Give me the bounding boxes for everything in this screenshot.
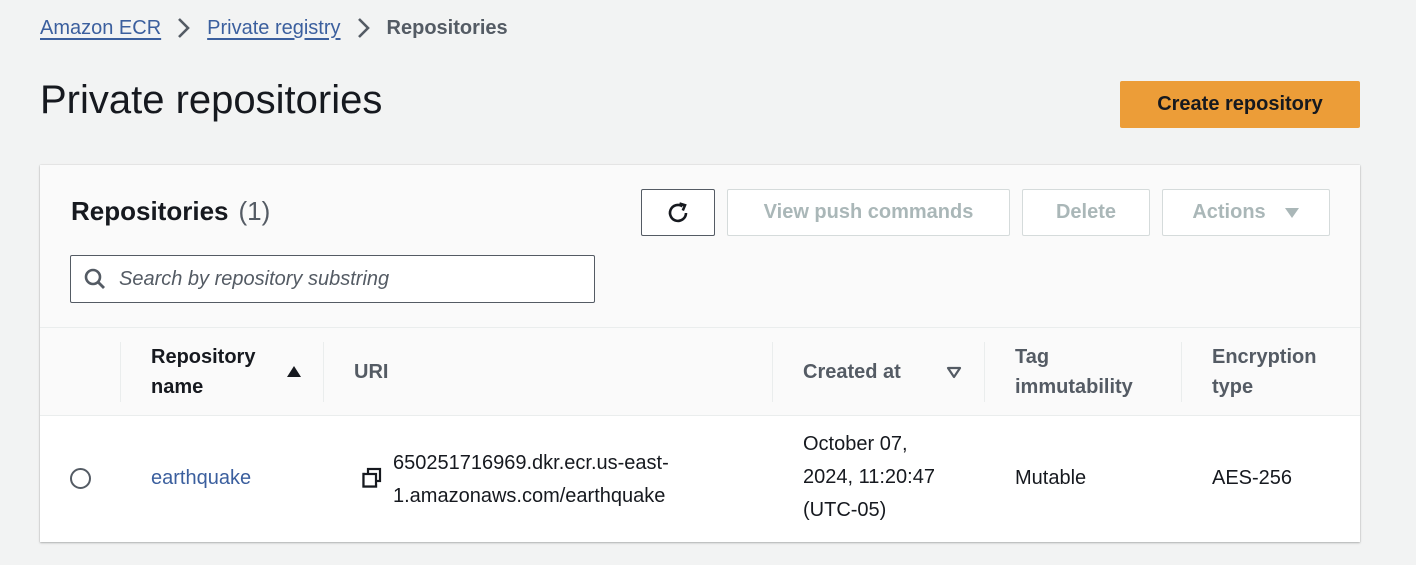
- actions-button[interactable]: Actions: [1162, 189, 1330, 236]
- column-header-encryption-type[interactable]: Encryption type: [1212, 328, 1316, 416]
- repository-name-link[interactable]: earthquake: [151, 462, 251, 495]
- encryption-type-value: AES-256: [1212, 467, 1293, 489]
- uri-line1: 650251716969.dkr.ecr.us-east-: [393, 452, 669, 474]
- sort-ascending-icon[interactable]: [286, 365, 302, 378]
- column-enc-line1: Encryption: [1212, 346, 1317, 368]
- column-header-tag-immutability[interactable]: Tag immutability: [1015, 328, 1133, 416]
- create-repository-button[interactable]: Create repository: [1120, 81, 1360, 128]
- chevron-right-icon: [357, 17, 371, 39]
- column-divider: [984, 342, 985, 402]
- column-enc-line2: type: [1212, 376, 1254, 398]
- tag-immutability-value: Mutable: [1015, 467, 1087, 489]
- panel-title-text: Repositories: [71, 196, 229, 226]
- page-title: Private repositories: [40, 78, 383, 122]
- caret-down-icon: [1284, 207, 1300, 219]
- actions-label: Actions: [1192, 201, 1266, 223]
- search-icon: [83, 267, 107, 291]
- column-tag-line2: immutability: [1015, 376, 1133, 398]
- column-created-label: Created at: [803, 361, 901, 383]
- breadcrumb-private-registry[interactable]: Private registry: [207, 17, 340, 40]
- repository-uri: 650251716969.dkr.ecr.us-east- 1.amazonaw…: [393, 447, 669, 513]
- refresh-button[interactable]: [641, 189, 715, 236]
- uri-line2: 1.amazonaws.com/earthquake: [393, 485, 666, 507]
- column-header-repository-name[interactable]: Repository name: [151, 328, 321, 416]
- column-divider: [120, 342, 121, 402]
- search-field[interactable]: [70, 255, 595, 303]
- column-name-line2: name: [151, 376, 204, 398]
- sort-descending-outline-icon[interactable]: [946, 366, 962, 379]
- delete-button[interactable]: Delete: [1022, 189, 1150, 236]
- created-line1: October 07,: [803, 433, 908, 455]
- refresh-icon: [665, 200, 691, 226]
- view-push-commands-button[interactable]: View push commands: [727, 189, 1010, 236]
- breadcrumb: Amazon ECR Private registry Repositories: [40, 14, 508, 42]
- copy-icon[interactable]: [361, 467, 383, 489]
- repository-count: (1): [238, 196, 271, 226]
- column-tag-line1: Tag: [1015, 346, 1050, 368]
- column-header-created-at[interactable]: Created at: [803, 328, 1003, 416]
- created-line3: (UTC-05): [803, 499, 887, 521]
- breadcrumb-current: Repositories: [386, 16, 508, 39]
- search-input[interactable]: [119, 267, 579, 291]
- column-divider: [1181, 342, 1182, 402]
- column-divider: [772, 342, 773, 402]
- repositories-panel: Repositories (1) View push commands Dele…: [40, 165, 1360, 542]
- chevron-right-icon: [177, 17, 191, 39]
- panel-title: Repositories (1): [71, 196, 270, 227]
- breadcrumb-amazon-ecr[interactable]: Amazon ECR: [40, 17, 161, 40]
- table-header: Repository name URI Created at Tag immut…: [40, 328, 1360, 416]
- created-line2: 2024, 11:20:47: [803, 466, 935, 488]
- column-divider: [323, 342, 324, 402]
- row-select-radio[interactable]: [70, 468, 91, 489]
- column-name-line1: Repository: [151, 346, 256, 368]
- column-header-uri[interactable]: URI: [354, 328, 388, 416]
- panel-header: Repositories (1) View push commands Dele…: [40, 165, 1360, 328]
- created-at-value: October 07, 2024, 11:20:47 (UTC-05): [803, 428, 935, 527]
